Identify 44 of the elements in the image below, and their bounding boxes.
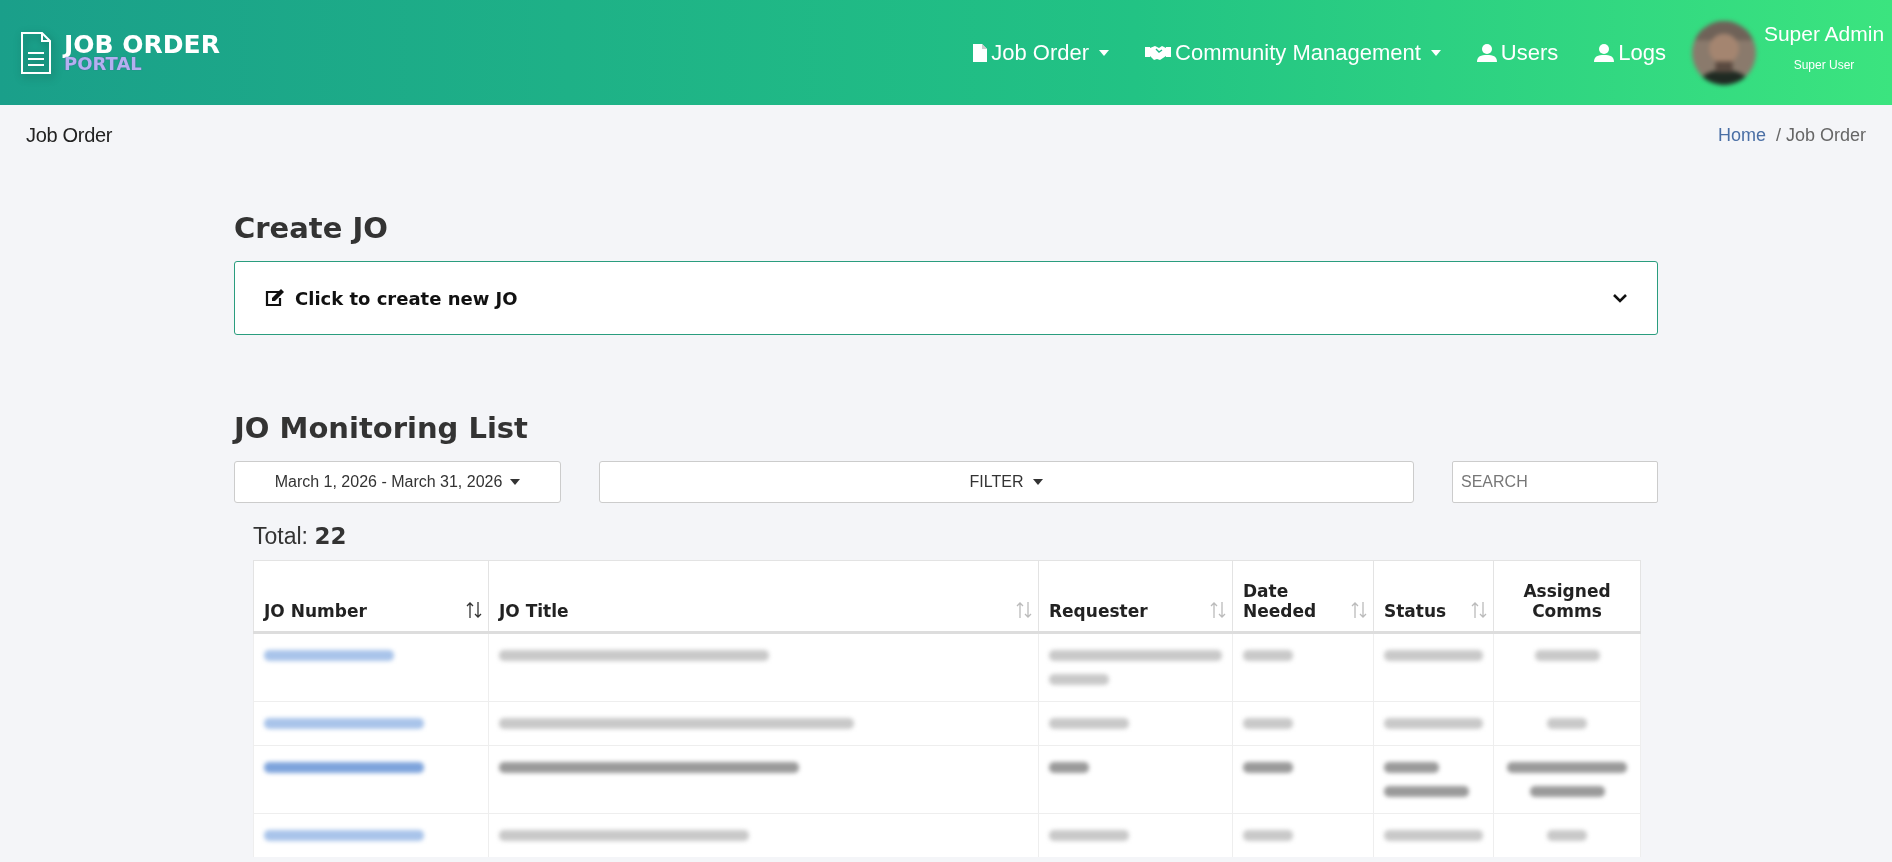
column-header[interactable]: Date Needed	[1232, 560, 1374, 633]
column-header[interactable]: Requester	[1038, 560, 1233, 633]
blurred-text	[1547, 830, 1587, 841]
blurred-text	[1049, 674, 1109, 685]
chevron-icon	[1613, 293, 1627, 303]
blurred-text	[1243, 718, 1293, 729]
blurred-text	[1243, 650, 1293, 661]
handshake-icon	[1145, 44, 1172, 61]
edit-icon	[265, 289, 285, 307]
date-range-button[interactable]: March 1, 2026 - March 31, 2026	[234, 461, 561, 503]
create-jo-toggle[interactable]: Click to create new JO	[234, 261, 1658, 335]
total-count: Total: 22	[253, 523, 348, 550]
breadcrumb-link[interactable]: Home	[1717, 124, 1766, 146]
column-header: Assigned Comms	[1493, 560, 1641, 633]
filter-button[interactable]: FILTER	[599, 461, 1414, 503]
search-field[interactable]: SEARCH	[1452, 461, 1658, 503]
caret-icon	[1430, 49, 1441, 56]
blurred-text	[1534, 650, 1600, 661]
user-icon	[1594, 43, 1615, 62]
caret-icon	[510, 479, 521, 485]
brand-title: JOB ORDER	[64, 32, 220, 57]
blurred-text	[1243, 762, 1293, 773]
blurred-text	[1547, 718, 1587, 729]
column-header[interactable]: JO Number	[253, 560, 489, 633]
sort-icon	[466, 601, 482, 619]
document-icon	[20, 30, 52, 75]
document-icon	[973, 43, 988, 62]
caret-icon	[1099, 49, 1110, 56]
sort-icon	[1471, 601, 1487, 619]
blurred-text	[1049, 762, 1089, 773]
sort-icon	[1351, 601, 1367, 619]
blurred-text	[1384, 762, 1439, 773]
user-icon	[1476, 43, 1497, 62]
breadcrumb-item: / Job Order	[1775, 124, 1866, 146]
sort-icon	[1210, 601, 1226, 619]
caret-icon	[1033, 479, 1044, 485]
column-header[interactable]: Status	[1373, 560, 1494, 633]
blurred-text	[1243, 830, 1293, 841]
section-heading: JO Monitoring List	[234, 411, 529, 445]
page-title: Job Order	[26, 123, 113, 147]
user-role: Super User	[1793, 57, 1855, 72]
section-heading: Create JO	[234, 211, 389, 245]
column-header[interactable]: JO Title	[488, 560, 1039, 633]
sort-icon	[1016, 601, 1032, 619]
